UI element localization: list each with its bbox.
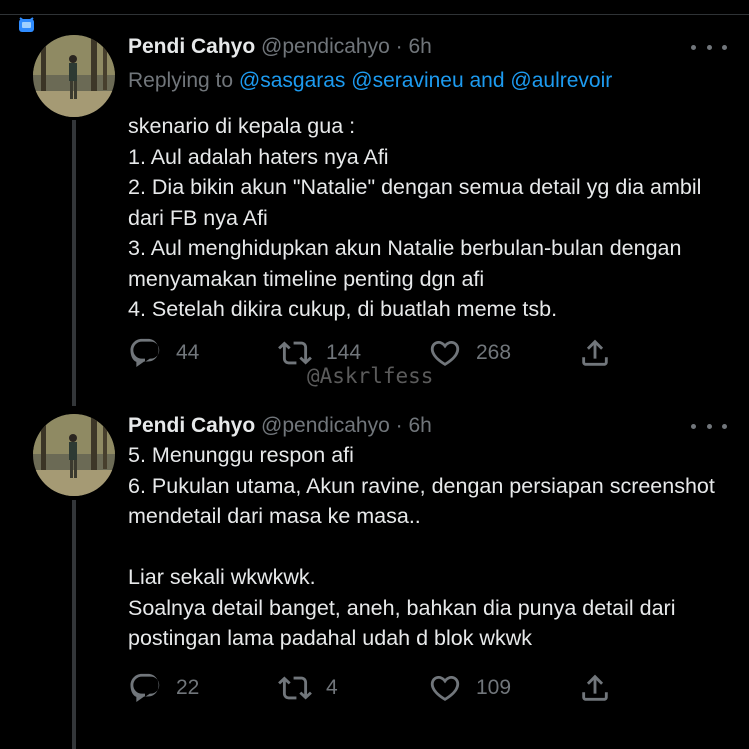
mention-conjunction[interactable]: and [470,69,505,92]
separator-dot: · [395,414,403,437]
mention-link[interactable]: @aulrevoir [510,69,612,92]
tweet-actions: 22 4 109 [128,671,612,705]
retweet-icon [278,676,312,700]
author-name[interactable]: Pendi Cahyo [128,35,255,58]
timestamp[interactable]: 6h [408,414,431,437]
status-badge-icon [19,17,34,32]
tweet-header: Pendi Cahyo @pendicahyo · 6h [128,34,727,60]
replying-to: Replying to @sasgaras @seravineu and @au… [128,68,727,94]
like-icon [430,675,460,701]
author-name[interactable]: Pendi Cahyo [128,414,255,437]
mention-link[interactable]: @seravineu [351,69,463,92]
author-handle[interactable]: @pendicahyo [261,35,390,58]
avatar-photo [33,414,115,496]
share-button[interactable] [578,336,612,370]
replying-prefix: Replying to [128,69,234,92]
retweet-count: 144 [326,341,362,364]
reply-icon [130,338,160,368]
like-count: 268 [476,341,512,364]
retweet-button[interactable]: 4 [278,671,428,705]
thread-line [72,500,76,749]
share-icon [582,339,608,366]
mention-link[interactable]: @sasgaras [239,69,346,92]
reply-button[interactable]: 22 [128,671,278,705]
tweet-header: Pendi Cahyo @pendicahyo · 6h [128,413,727,439]
reply-button[interactable]: 44 [128,336,278,370]
thread-line [72,120,76,406]
share-icon [582,674,608,701]
tweet-text: skenario di kepala gua : 1. Aul adalah h… [128,114,702,321]
avatar[interactable] [33,414,115,496]
avatar[interactable] [33,35,115,117]
timestamp[interactable]: 6h [408,35,431,58]
like-button[interactable]: 109 [428,671,578,705]
more-icon[interactable] [691,419,727,433]
author-handle[interactable]: @pendicahyo [261,414,390,437]
reply-count: 22 [176,676,200,699]
share-button[interactable] [578,671,612,705]
top-divider [0,0,749,15]
tweet-text: 5. Menunggu respon afi 6. Pukulan utama,… [128,443,715,650]
watermark: @Askrlfess [307,364,434,388]
retweet-count: 4 [326,676,338,699]
like-count: 109 [476,676,512,699]
like-button[interactable]: 268 [428,336,578,370]
separator-dot: · [395,35,403,58]
reply-count: 44 [176,341,200,364]
avatar-photo [33,35,115,117]
more-icon[interactable] [691,40,727,54]
reply-icon [130,673,160,703]
